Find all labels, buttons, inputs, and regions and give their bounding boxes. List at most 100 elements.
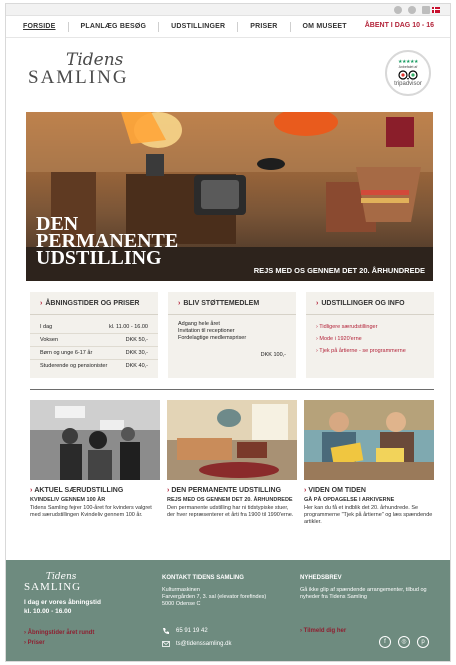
tile-title: › DEN PERMANENTE UDSTILLING (167, 487, 297, 494)
hero-title: DEN PERMANENTE UDSTILLING (36, 214, 178, 269)
phone-number[interactable]: 65 91 19 42 (176, 628, 208, 634)
nav-udstillinger[interactable]: UDSTILLINGER (159, 21, 239, 32)
opening-hours-box: › ÅBNINGSTIDER OG PRISER I dag kl. 11.00 -… (30, 292, 158, 378)
contact-address: Kulturmaskinen Farvergården 7, 3. sal (e… (162, 587, 266, 608)
danish-flag-icon[interactable] (432, 7, 440, 13)
footer-logo-line2[interactable]: SAMLING (24, 581, 81, 593)
nav-om-museet[interactable]: OM MUSEET (291, 22, 359, 32)
support-line: Fordelagtige medlemspriser (178, 335, 247, 341)
price-row: Børn og unge 6-17 år DKK 30,- (30, 347, 158, 360)
opening-hours-today: ÅBENT I DAG 10 - 16 (364, 22, 434, 29)
newsletter-text: Gå ikke glip af spændende arrangementer,… (300, 587, 427, 600)
support-heading[interactable]: › BLIV STØTTEMEDLEM (168, 292, 296, 307)
support-price: DKK 100,- (260, 352, 286, 358)
tile-body: Tidens Samling fejrer 100-året for kvind… (30, 505, 152, 518)
footer-link-opening-hours[interactable]: › Åbningstider året rundt (24, 630, 94, 636)
newsletter-signup-link[interactable]: › Tilmeld dig her (300, 628, 346, 634)
mail-icon (162, 641, 170, 647)
living-room-image (167, 400, 297, 480)
price-row: I dag kl. 11.00 - 16.00 (30, 321, 158, 334)
support-line: Adgang hele året (178, 321, 220, 327)
contact-email[interactable]: ts@tidenssamling.dk (162, 640, 231, 648)
opening-hours-title: ÅBNINGSTIDER OG PRISER (45, 300, 140, 307)
site-logo[interactable]: Tidens SAMLING (28, 52, 158, 88)
price-row: Voksen DKK 50,- (30, 334, 158, 347)
chevron-right-icon: › (30, 487, 33, 494)
opening-hours-heading[interactable]: › ÅBNINGSTIDER OG PRISER (30, 292, 158, 307)
tripadvisor-caption: Anbefalet af (398, 65, 418, 69)
address-line: Farvergården 7, 3. sal (elevator forefin… (162, 594, 267, 600)
tile-kicker: REJS MED OS GENNEM DET 20. ÅRHUNDREDE (167, 497, 293, 503)
tile-body: Her kan du få et indblik det 20. århundr… (304, 505, 433, 525)
link-fashion-1920s[interactable]: › Mode i 1920'erne (306, 333, 434, 345)
contact-phone[interactable]: 65 91 19 42 (162, 627, 208, 635)
divider (30, 314, 158, 315)
footer-opening-hours: I dag er vores åbningstid kl. 10.00 - 16… (24, 598, 101, 616)
tile-kicker: KVINDELIV GENNEM 100 ÅR (30, 497, 106, 503)
tripadvisor-owl-icon (398, 70, 418, 80)
row-value: DKK 40,- (125, 363, 148, 369)
address-line: Kulturmaskinen (162, 587, 200, 593)
phone-icon (163, 628, 169, 635)
support-member-box: › BLIV STØTTEMEDLEM Adgang hele året Invi… (168, 292, 296, 378)
support-title: BLIV STØTTEMEDLEM (183, 300, 260, 307)
pinterest-icon[interactable]: p (417, 636, 429, 648)
price-row: Studerende og pensionister DKK 40,- (30, 360, 158, 372)
nav-forside[interactable]: FORSIDE (6, 21, 69, 32)
chevron-right-icon: › (316, 300, 319, 307)
hero-subtitle: REJS MED OS GENNEM DET 20. ÅRHUNDREDE (253, 266, 425, 275)
tile-image (304, 400, 434, 480)
page: FORSIDE PLANLÆG BESØG UDSTILLINGER PRISE… (5, 3, 451, 662)
facebook-icon[interactable] (394, 6, 402, 14)
protest-photo-image (30, 400, 160, 480)
chevron-right-icon: › (167, 487, 170, 494)
tile-title-text: DEN PERMANENTE UDSTILLING (171, 487, 282, 494)
footer: Tidens SAMLING I dag er vores åbningstid… (6, 560, 450, 661)
footer-open-line: kl. 10.00 - 16.00 (24, 608, 72, 615)
tile-title-text: AKTUEL SÆRUDSTILLING (34, 487, 124, 494)
tile-title: › AKTUEL SÆRUDSTILLING (30, 487, 160, 494)
footer-open-line: I dag er vores åbningstid (24, 599, 101, 606)
row-value: DKK 50,- (125, 337, 148, 343)
exhibitions-heading[interactable]: › UDSTILLINGER OG INFO (306, 292, 434, 307)
address-line: 5000 Odense C (162, 601, 201, 607)
chevron-right-icon: › (304, 487, 307, 494)
row-label: Voksen (40, 337, 59, 343)
news-tile-special-exhibition[interactable]: › AKTUEL SÆRUDSTILLING KVINDELIV GENNEM 1… (30, 400, 160, 519)
link-decades-programs[interactable]: › Tjek på årtierne - se programmerne (306, 345, 434, 357)
nav-planlaeg-besoeg[interactable]: PLANLÆG BESØG (69, 21, 160, 32)
utility-bar (6, 4, 450, 16)
row-value: kl. 11.00 - 16.00 (108, 324, 148, 330)
logo-line2: SAMLING (28, 67, 129, 88)
tile-image (167, 400, 297, 480)
news-tile-permanent-exhibition[interactable]: › DEN PERMANENTE UDSTILLING REJS MED OS G… (167, 400, 297, 519)
row-value: DKK 30,- (125, 350, 148, 356)
email-address[interactable]: ts@tidenssamling.dk (176, 641, 231, 647)
logo-line1: Tidens (66, 50, 124, 70)
section-divider (30, 389, 434, 390)
footer-link-prices[interactable]: › Priser (24, 640, 45, 646)
divider (168, 314, 296, 315)
chevron-right-icon: › (40, 300, 43, 307)
tile-body: Den permanente udstilling har ni tidstyp… (167, 505, 294, 518)
tripadvisor-badge[interactable]: ★★★★★ Anbefalet af tripadvisor (385, 50, 431, 96)
link-previous-exhibitions[interactable]: › Tidligere særudstillinger (306, 321, 434, 333)
row-label: Studerende og pensionister (40, 363, 108, 369)
instagram-icon[interactable]: ◎ (398, 636, 410, 648)
instagram-icon[interactable] (408, 6, 416, 14)
hero-title-line: UDSTILLING (36, 247, 162, 269)
exhibitions-info-box: › UDSTILLINGER OG INFO › Tidligere særuds… (306, 292, 434, 378)
facebook-icon[interactable]: f (379, 636, 391, 648)
print-icon[interactable] (422, 6, 430, 14)
tile-image (30, 400, 160, 480)
tripadvisor-name: tripadvisor (394, 81, 422, 87)
tile-title: › VIDEN OM TIDEN (304, 487, 434, 494)
row-label: I dag (40, 324, 53, 330)
tile-kicker: GÅ PÅ OPDAGELSE I ARKIVERNE (304, 497, 395, 503)
contact-title: KONTAKT TIDENS SAMLING (162, 575, 244, 581)
nav-priser[interactable]: PRISER (238, 21, 291, 32)
chevron-right-icon: › (178, 300, 181, 307)
hero-banner[interactable]: DEN PERMANENTE UDSTILLING REJS MED OS GE… (26, 112, 433, 281)
news-tile-knowledge[interactable]: › VIDEN OM TIDEN GÅ PÅ OPDAGELSE I ARKIVE… (304, 400, 434, 526)
newsletter-title: NYHEDSBREV (300, 575, 342, 581)
